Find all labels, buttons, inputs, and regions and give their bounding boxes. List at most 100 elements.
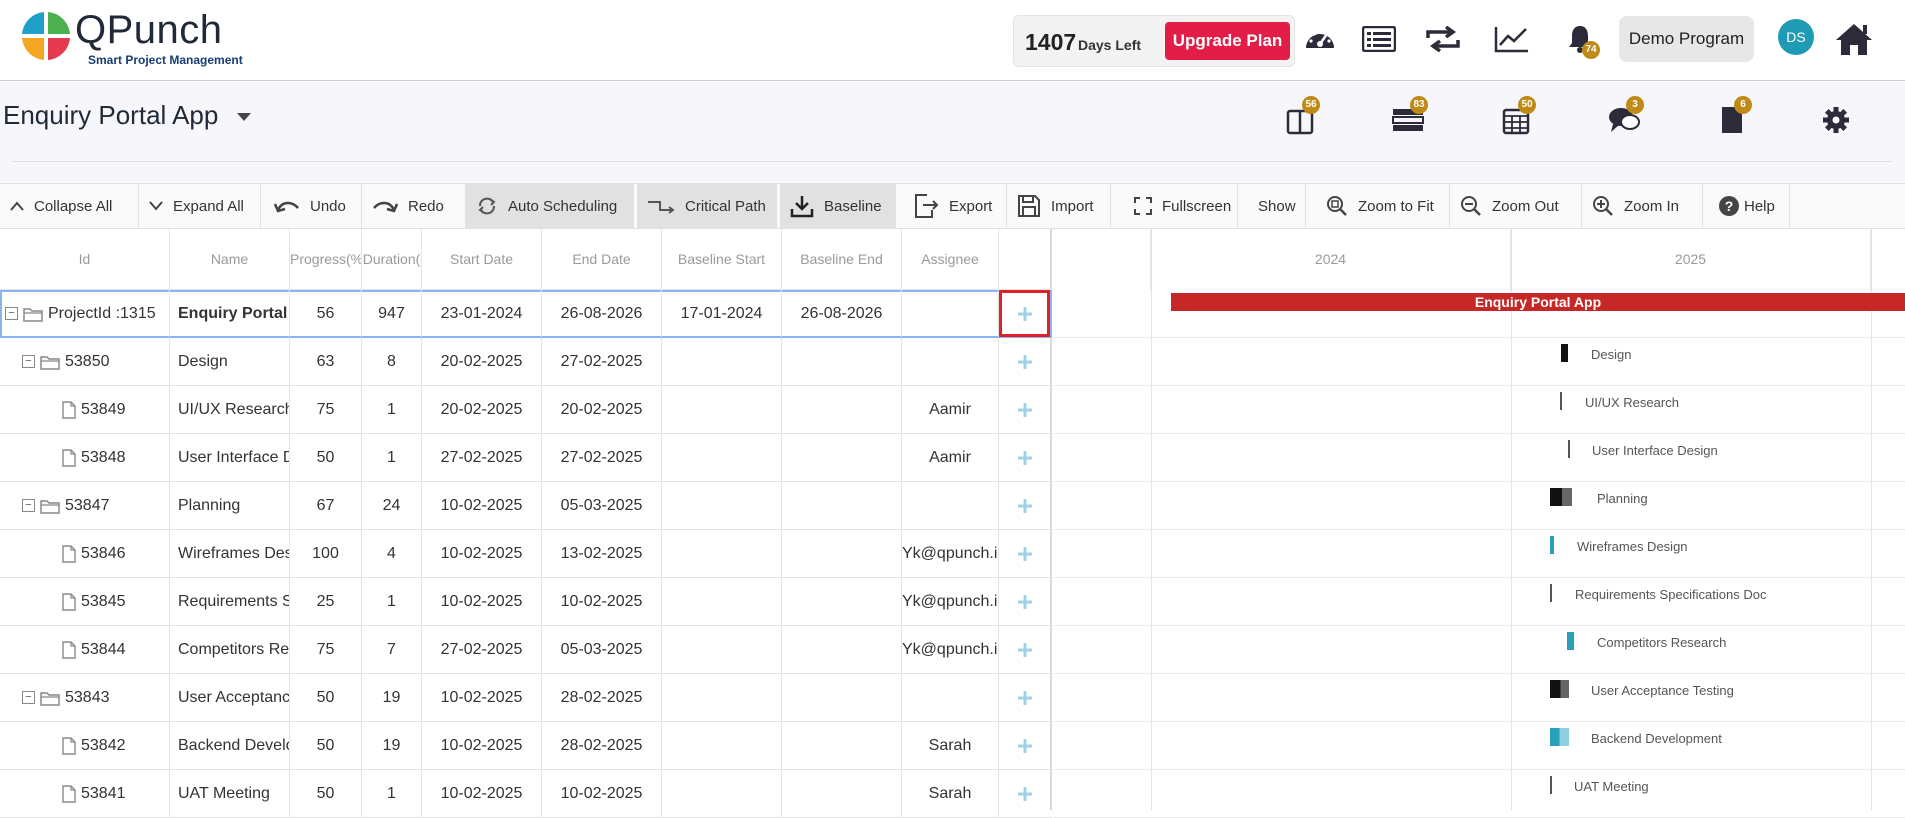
task-name-cell[interactable]: UI/UX Research — [170, 386, 290, 433]
baseline-button[interactable]: Baseline — [780, 184, 896, 228]
column-header-progress[interactable]: Progress(% — [290, 229, 362, 290]
task-bar[interactable] — [1568, 440, 1570, 458]
add-task-icon[interactable] — [999, 578, 1050, 625]
column-header-id[interactable]: Id — [0, 229, 170, 290]
collapse-toggle-icon[interactable]: − — [22, 499, 35, 512]
collapse-all-button[interactable]: Collapse All — [0, 184, 139, 228]
table-row[interactable]: −ProjectId :1315Enquiry Portal App569472… — [0, 290, 1052, 338]
start-date-cell: 10-02-2025 — [422, 578, 542, 625]
task-name-cell[interactable]: Requirements Specifications Doc — [170, 578, 290, 625]
upgrade-plan-button[interactable]: Upgrade Plan — [1165, 22, 1290, 60]
column-header-baseline-start[interactable]: Baseline Start — [662, 229, 782, 290]
collapse-toggle-icon[interactable]: − — [5, 307, 18, 320]
column-header-baseline-end[interactable]: Baseline End — [782, 229, 902, 290]
zoom-to-fit-button[interactable]: Zoom to Fit — [1316, 184, 1450, 228]
sync-icon[interactable] — [1423, 19, 1463, 59]
progress-cell: 50 — [290, 722, 362, 769]
bookmark-icon[interactable]: 6 — [1710, 96, 1754, 142]
table-row[interactable]: 53846 Wireframes Design100410-02-202513-0… — [0, 530, 1052, 578]
show-button[interactable]: Show — [1248, 184, 1306, 228]
table-row[interactable]: 53842 Backend Development501910-02-202528… — [0, 722, 1052, 770]
table-row[interactable]: 53849 UI/UX Research 75 1 20-02-2025 20-02-20… — [0, 386, 1052, 434]
id-cell: 53842 — [0, 722, 170, 769]
task-name-cell[interactable]: Competitors Research — [170, 626, 290, 673]
table-row[interactable]: − 53847 Planning 67 24 10-02-2025 05-03-2025 — [0, 482, 1052, 530]
analytics-icon[interactable] — [1492, 19, 1532, 59]
column-header-name[interactable]: Name — [170, 229, 290, 290]
gantt-row: Planning — [1054, 482, 1905, 530]
calendar-icon[interactable]: 50 — [1494, 96, 1538, 142]
task-name-cell[interactable]: Backend Development — [170, 722, 290, 769]
table-row[interactable]: 53844 Competitors Research75727-02-202505… — [0, 626, 1052, 674]
add-task-icon[interactable] — [999, 722, 1050, 769]
task-bar[interactable] — [1550, 584, 1552, 602]
column-header-assignee[interactable]: Assignee — [902, 229, 999, 290]
table-row[interactable]: − 53843 User Acceptance Testing501910-02-2… — [0, 674, 1052, 722]
task-bar[interactable] — [1550, 488, 1572, 506]
fullscreen-button[interactable]: Fullscreen — [1124, 184, 1238, 228]
task-bar[interactable] — [1560, 392, 1562, 410]
progress-cell: 50 — [290, 674, 362, 721]
project-dropdown-icon[interactable] — [236, 112, 252, 122]
task-bar[interactable] — [1567, 632, 1574, 650]
zoom-out-button[interactable]: Zoom Out — [1450, 184, 1582, 228]
home-icon[interactable] — [1834, 19, 1874, 59]
zoom-in-icon — [1593, 196, 1613, 216]
task-bar[interactable] — [1550, 776, 1552, 794]
add-task-icon[interactable] — [999, 530, 1050, 577]
task-name-cell[interactable]: Planning — [170, 482, 290, 529]
task-bar-label: User Interface Design — [1592, 443, 1718, 458]
plan-status: 1407 Days Left Upgrade Plan — [1013, 15, 1295, 67]
tasks-icon[interactable]: 83 — [1386, 96, 1430, 142]
task-bar[interactable] — [1561, 344, 1568, 362]
add-task-icon[interactable] — [999, 482, 1050, 529]
undo-icon — [274, 201, 299, 213]
table-row[interactable]: − 53850 Design 63 8 20-02-2025 27-02-2025 — [0, 338, 1052, 386]
table-row[interactable]: 53845Requirements Specifications Doc2511… — [0, 578, 1052, 626]
settings-gear-icon[interactable] — [1814, 98, 1858, 142]
add-task-icon[interactable] — [999, 338, 1050, 385]
chat-icon[interactable]: 3 — [1602, 96, 1646, 142]
add-task-icon[interactable] — [999, 626, 1050, 673]
critical-path-button[interactable]: Critical Path — [637, 184, 777, 228]
add-task-icon[interactable] — [999, 674, 1050, 721]
column-header-end-date[interactable]: End Date — [542, 229, 662, 290]
add-task-icon[interactable] — [999, 290, 1050, 337]
demo-program-button[interactable]: Demo Program — [1619, 16, 1754, 62]
zoom-in-button[interactable]: Zoom In — [1582, 184, 1703, 228]
chat-count: 3 — [1626, 96, 1644, 114]
import-button[interactable]: Import — [1007, 184, 1111, 228]
task-name-cell[interactable]: User Acceptance Testing — [170, 674, 290, 721]
dashboard-icon[interactable] — [1300, 19, 1340, 59]
task-bar[interactable] — [1550, 728, 1569, 746]
qpunch-logo[interactable] — [18, 8, 74, 60]
user-avatar[interactable]: DS — [1778, 19, 1814, 55]
task-bar[interactable] — [1550, 680, 1569, 698]
undo-button[interactable]: Undo — [264, 184, 362, 228]
expand-all-button[interactable]: Expand All — [139, 184, 261, 228]
task-name-cell[interactable]: Enquiry Portal App — [170, 290, 290, 337]
add-task-icon[interactable] — [999, 434, 1050, 481]
add-task-icon[interactable] — [999, 386, 1050, 433]
task-name-cell[interactable]: User Interface Design — [170, 434, 290, 481]
documents-icon[interactable]: 56 — [1278, 96, 1322, 142]
auto-scheduling-button[interactable]: Auto Scheduling — [466, 184, 634, 228]
start-date-cell: 10-02-2025 — [422, 674, 542, 721]
column-header-duration[interactable]: Duration( — [362, 229, 422, 290]
gantt-row: Wireframes Design — [1054, 530, 1905, 578]
list-icon[interactable] — [1359, 19, 1399, 59]
export-button[interactable]: Export — [903, 184, 1007, 228]
collapse-toggle-icon[interactable]: − — [22, 355, 35, 368]
project-title[interactable]: Enquiry Portal App — [3, 100, 218, 131]
help-button[interactable]: ? Help — [1708, 184, 1790, 228]
id-cell: 53845 — [0, 578, 170, 625]
column-header-start-date[interactable]: Start Date — [422, 229, 542, 290]
task-name-cell[interactable]: Design — [170, 338, 290, 385]
notification-bell-icon[interactable]: 74 — [1560, 19, 1600, 59]
table-row[interactable]: 53841 UAT Meeting 50 1 10-02-2025 10-02-2025 S… — [0, 770, 1052, 818]
redo-button[interactable]: Redo — [362, 184, 466, 228]
table-row[interactable]: 53848User Interface Design50127-02-20252… — [0, 434, 1052, 482]
task-name-cell[interactable]: Wireframes Design — [170, 530, 290, 577]
task-bar[interactable] — [1550, 536, 1554, 554]
collapse-toggle-icon[interactable]: − — [22, 691, 35, 704]
